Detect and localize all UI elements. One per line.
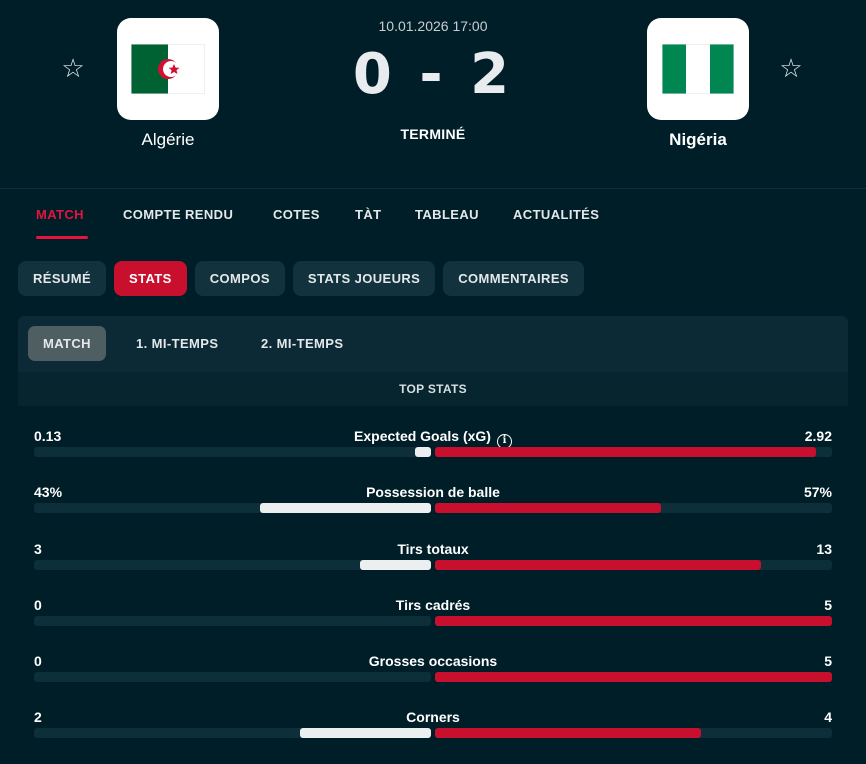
period-selector: MATCH 1. MI-TEMPS 2. MI-TEMPS xyxy=(18,316,848,372)
stat-away-bar-track xyxy=(435,672,832,682)
stat-away-bar-track xyxy=(435,616,832,626)
tab-match[interactable]: MATCH xyxy=(36,207,84,222)
stat-away-value: 5 xyxy=(824,597,832,613)
stat-home-bar-track xyxy=(34,447,431,457)
stat-home-bar-track xyxy=(34,503,431,513)
stat-row: 2 Corners 4 xyxy=(34,709,832,753)
stat-home-bar-track xyxy=(34,560,431,570)
stat-home-bar xyxy=(300,728,431,738)
stat-away-bar-track xyxy=(435,447,832,457)
favorite-home-star-icon[interactable]: ☆ xyxy=(58,54,88,84)
stat-label: Possession de balle xyxy=(34,484,832,500)
match-header: ☆ Algérie 10.01.2026 17:00 0 - 2 TERMINÉ… xyxy=(0,0,866,190)
subtab-stats[interactable]: STATS xyxy=(114,261,187,296)
stat-row: 0 Grosses occasions 5 xyxy=(34,653,832,697)
stat-label-text: Grosses occasions xyxy=(368,653,498,669)
period-second-half[interactable]: 2. MI-TEMPS xyxy=(246,326,358,361)
section-title: TOP STATS xyxy=(18,372,848,406)
tab-tat[interactable]: TÀT xyxy=(355,207,381,222)
tab-actualites[interactable]: ACTUALITÉS xyxy=(513,207,599,222)
stat-away-bar xyxy=(435,503,661,513)
subtab-compos[interactable]: COMPOS xyxy=(194,261,285,296)
stat-label-text: Tirs totaux xyxy=(397,541,469,557)
stat-away-value: 13 xyxy=(816,541,832,557)
stat-label-text: Possession de balle xyxy=(366,484,500,500)
home-team-name[interactable]: Algérie xyxy=(68,130,268,150)
stat-away-bar-track xyxy=(435,728,832,738)
stat-home-bar-track xyxy=(34,672,431,682)
stat-away-bar xyxy=(435,672,832,682)
tab-compte-rendu[interactable]: COMPTE RENDU xyxy=(123,207,233,222)
favorite-away-star-icon[interactable]: ☆ xyxy=(776,54,806,84)
stat-label: Tirs cadrés xyxy=(34,597,832,613)
active-tab-indicator xyxy=(36,236,88,239)
stat-away-bar xyxy=(435,560,761,570)
algeria-flag-icon xyxy=(131,44,205,94)
match-score: 0 - 2 xyxy=(352,42,514,107)
subtab-commentaires[interactable]: COMMENTAIRES xyxy=(443,261,584,296)
stat-away-value: 5 xyxy=(824,653,832,669)
stat-away-bar-track xyxy=(435,503,832,513)
sub-tabs: RÉSUMÉ STATS COMPOS STATS JOUEURS COMMEN… xyxy=(18,261,584,297)
stat-away-bar xyxy=(435,728,701,738)
nigeria-flag-icon xyxy=(662,44,734,94)
tab-cotes[interactable]: COTES xyxy=(273,207,320,222)
stat-home-bar-track xyxy=(34,616,431,626)
stat-away-bar-track xyxy=(435,560,832,570)
stat-row: 0.13 Expected Goals (xG) i 2.92 xyxy=(34,428,832,472)
match-status: TERMINÉ xyxy=(400,126,466,142)
stat-row: 3 Tirs totaux 13 xyxy=(34,541,832,585)
subtab-resume[interactable]: RÉSUMÉ xyxy=(18,261,107,296)
stat-away-value: 57% xyxy=(803,484,832,500)
home-team-logo[interactable] xyxy=(117,18,219,120)
stat-label-text: Corners xyxy=(406,709,460,725)
stat-label-text: Tirs cadrés xyxy=(395,597,471,613)
stat-label: Grosses occasions xyxy=(34,653,832,669)
stats-panel: MATCH 1. MI-TEMPS 2. MI-TEMPS TOP STATS … xyxy=(18,316,848,764)
subtab-stats-joueurs[interactable]: STATS JOUEURS xyxy=(292,261,436,296)
stat-away-value: 2.92 xyxy=(804,428,832,444)
main-tabs: MATCH COMPTE RENDU COTES TÀT TABLEAU ACT… xyxy=(0,189,866,241)
period-match[interactable]: MATCH xyxy=(28,326,106,361)
stat-label: Tirs totaux xyxy=(34,541,832,557)
match-datetime: 10.01.2026 17:00 xyxy=(378,18,488,34)
stat-home-bar xyxy=(360,560,431,570)
stat-row: 0 Tirs cadrés 5 xyxy=(34,597,832,641)
stat-away-value: 4 xyxy=(824,709,832,725)
stat-away-bar xyxy=(435,616,832,626)
away-team-logo[interactable] xyxy=(647,18,749,120)
stat-home-bar xyxy=(260,503,431,513)
stat-label: Expected Goals (xG) i xyxy=(34,428,832,449)
away-team-name[interactable]: Nigéria xyxy=(598,130,798,150)
stat-row: 43% Possession de balle 57% xyxy=(34,484,832,528)
stat-home-bar-track xyxy=(34,728,431,738)
period-first-half[interactable]: 1. MI-TEMPS xyxy=(121,326,233,361)
stat-label-text: Expected Goals (xG) xyxy=(354,428,491,444)
stat-home-bar xyxy=(415,447,431,457)
tab-tableau[interactable]: TABLEAU xyxy=(415,207,479,222)
stat-away-bar xyxy=(435,447,816,457)
stat-label: Corners xyxy=(34,709,832,725)
